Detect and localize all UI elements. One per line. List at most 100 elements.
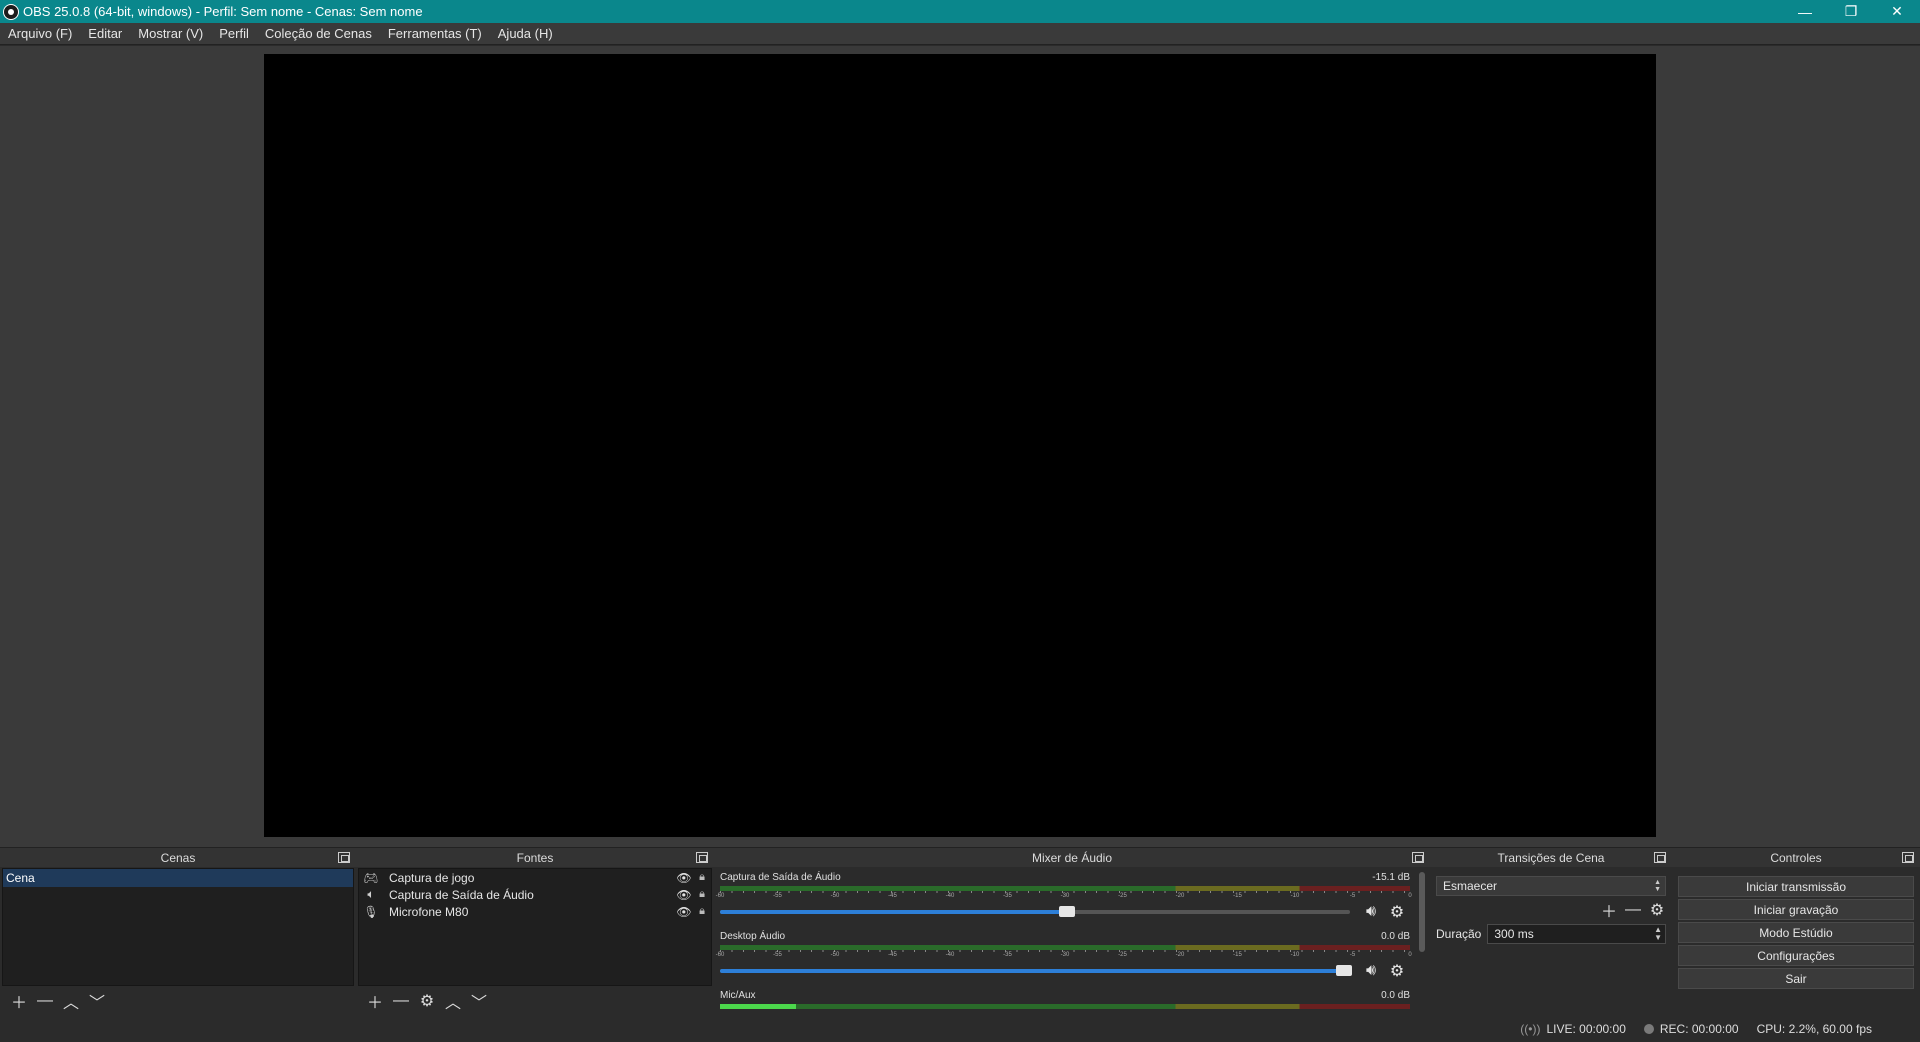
remove-transition-button[interactable]: — [1622,899,1644,921]
meter-tick-label: -45 [888,952,897,958]
transition-select[interactable]: Esmaecer ▲ ▼ [1436,876,1666,896]
move-source-up-button[interactable]: ︿ [442,990,464,1012]
live-status: ((•)) LIVE: 00:00:00 [1520,1022,1626,1036]
duration-label: Duração [1436,927,1482,941]
menu-scene-collection[interactable]: Coleção de Cenas [257,23,380,45]
meter-tick-label: -5 [1349,952,1356,958]
scenes-dock: Cenas Cena ＋ — ︿ ﹀ [0,847,356,1015]
restore-button[interactable]: ❐ [1828,0,1874,23]
remove-scene-button[interactable]: — [34,990,56,1012]
lock-icon[interactable]: 🔒︎ [693,888,711,901]
exit-button[interactable]: Sair [1678,968,1914,989]
minimize-button[interactable]: — [1782,0,1828,23]
studio-mode-button[interactable]: Modo Estúdio [1678,922,1914,943]
meter-tick-label: -60 [715,893,725,899]
fader-fill [720,969,1344,973]
move-scene-up-button[interactable]: ︿ [60,990,82,1012]
duration-row: Duração 300 ms ▲ ▼ [1436,923,1666,945]
fader-handle[interactable] [1335,965,1352,976]
duration-input[interactable]: 300 ms ▲ ▼ [1487,924,1666,944]
transitions-dock-header: Transições de Cena [1430,847,1672,867]
speaker-mute-icon[interactable]: 🔊︎ [1358,903,1384,921]
float-dock-icon[interactable] [1412,852,1424,863]
window-controls: — ❐ ✕ [1782,0,1920,23]
meter-tick-label: -15 [1233,952,1242,958]
visibility-eye-icon[interactable]: 👁︎ [675,871,693,885]
obs-logo-icon [3,3,19,20]
channel-db: 0.0 dB [1381,931,1410,942]
move-source-down-button[interactable]: ﹀ [468,990,490,1012]
speaker-mute-icon[interactable]: 🔊︎ [1358,962,1384,980]
sources-toolbar: ＋ — ⚙ ︿ ﹀ [358,987,712,1015]
source-label: Microfone M80 [389,904,469,919]
meter-ticks: -60 -55 -50 -45 -40 -35 -30 -25 -20 -15 -10 -5 0 [716,950,1412,961]
meter-tick-label: -30 [1060,952,1070,958]
live-time: LIVE: 00:00:00 [1546,1021,1626,1036]
menu-bar: Arquivo (F) Editar Mostrar (V) Perfil Co… [0,23,1920,45]
close-button[interactable]: ✕ [1874,0,1920,23]
source-item[interactable]: 🔈︎ Captura de Saída de Áudio 👁︎ 🔒︎ [359,886,711,903]
scenes-dock-header: Cenas [0,847,356,867]
float-dock-icon[interactable] [696,852,708,863]
gear-icon[interactable]: ⚙ [1384,902,1410,922]
volume-fader[interactable] [720,906,1350,917]
sources-dock-header: Fontes [356,847,714,867]
mixer-channels: Captura de Saída de Áudio -15.1 dB -60 -5… [716,868,1414,1015]
mixer-scrollbar[interactable] [1416,868,1428,1015]
volume-fader[interactable] [720,965,1352,976]
channel-name: Desktop Áudio [720,931,786,942]
menu-help[interactable]: Ajuda (H) [490,23,561,45]
menu-profile[interactable]: Perfil [211,23,257,45]
mixer-channel: Captura de Saída de Áudio -15.1 dB -60 -5… [716,872,1412,930]
start-recording-button[interactable]: Iniciar gravação [1678,899,1914,920]
visibility-eye-icon[interactable]: 👁︎ [675,905,693,919]
controls-dock-header: Controles [1672,847,1920,867]
meter-tick-label: -15 [1233,893,1242,899]
settings-button[interactable]: Configurações [1678,945,1914,966]
meter-tick-label: 0 [1408,952,1412,958]
spinner-arrows-icon[interactable]: ▲ ▼ [1654,926,1662,942]
float-dock-icon[interactable] [1902,852,1914,863]
fader-handle[interactable] [1058,906,1075,917]
broadcast-icon: ((•)) [1520,1021,1541,1036]
mixer-title: Mixer de Áudio [1031,850,1113,865]
meter-tick-label: -45 [888,893,897,899]
gamepad-icon: 🎮︎ [363,870,379,885]
meter-tick-label: -5 [1349,893,1356,899]
move-scene-down-button[interactable]: ﹀ [86,990,108,1012]
speaker-icon: 🔈︎ [367,887,375,901]
menu-view[interactable]: Mostrar (V) [130,23,211,45]
meter-tick-label: 0 [1408,893,1412,899]
audio-mixer-dock: Mixer de Áudio Captura de Saída de Áudio… [714,847,1430,1015]
visibility-eye-icon[interactable]: 👁︎ [675,888,693,902]
lock-icon[interactable]: 🔒︎ [693,905,711,918]
float-dock-icon[interactable] [338,852,350,863]
start-streaming-button[interactable]: Iniciar transmissão [1678,876,1914,897]
duration-value: 300 ms [1494,927,1534,941]
channel-name: Captura de Saída de Áudio [720,872,841,883]
channel-db: 0.0 dB [1381,990,1410,1001]
cpu-fps: CPU: 2.2%, 60.00 fps [1756,1021,1872,1036]
preview-canvas[interactable] [264,54,1656,837]
meter-tick-label: -50 [830,952,840,958]
float-dock-icon[interactable] [1654,852,1666,863]
lock-icon[interactable]: 🔒︎ [693,871,711,884]
source-item[interactable]: 🎮︎ Captura de jogo 👁︎ 🔒︎ [359,869,711,886]
transition-gear-icon[interactable]: ⚙ [1646,899,1668,921]
remove-source-button[interactable]: — [390,990,412,1012]
gear-icon[interactable]: ⚙ [1384,961,1410,981]
add-source-button[interactable]: ＋ [364,990,386,1012]
meter-tick-label: -25 [1118,893,1127,899]
scene-item[interactable]: Cena [3,869,353,887]
source-properties-gear-icon[interactable]: ⚙ [416,990,438,1012]
menu-file[interactable]: Arquivo (F) [0,23,80,45]
source-item[interactable]: 🎙︎ Microfone M80 👁︎ 🔒︎ [359,903,711,920]
menu-tools[interactable]: Ferramentas (T) [380,23,490,45]
source-label: Captura de Saída de Áudio [389,887,534,902]
add-transition-button[interactable]: ＋ [1598,899,1620,921]
add-scene-button[interactable]: ＋ [8,990,30,1012]
menu-edit[interactable]: Editar [80,23,130,45]
scrollbar-thumb[interactable] [1419,872,1425,952]
channel-db: -15.1 dB [1372,872,1410,883]
meter-tick-label: -10 [1290,893,1300,899]
